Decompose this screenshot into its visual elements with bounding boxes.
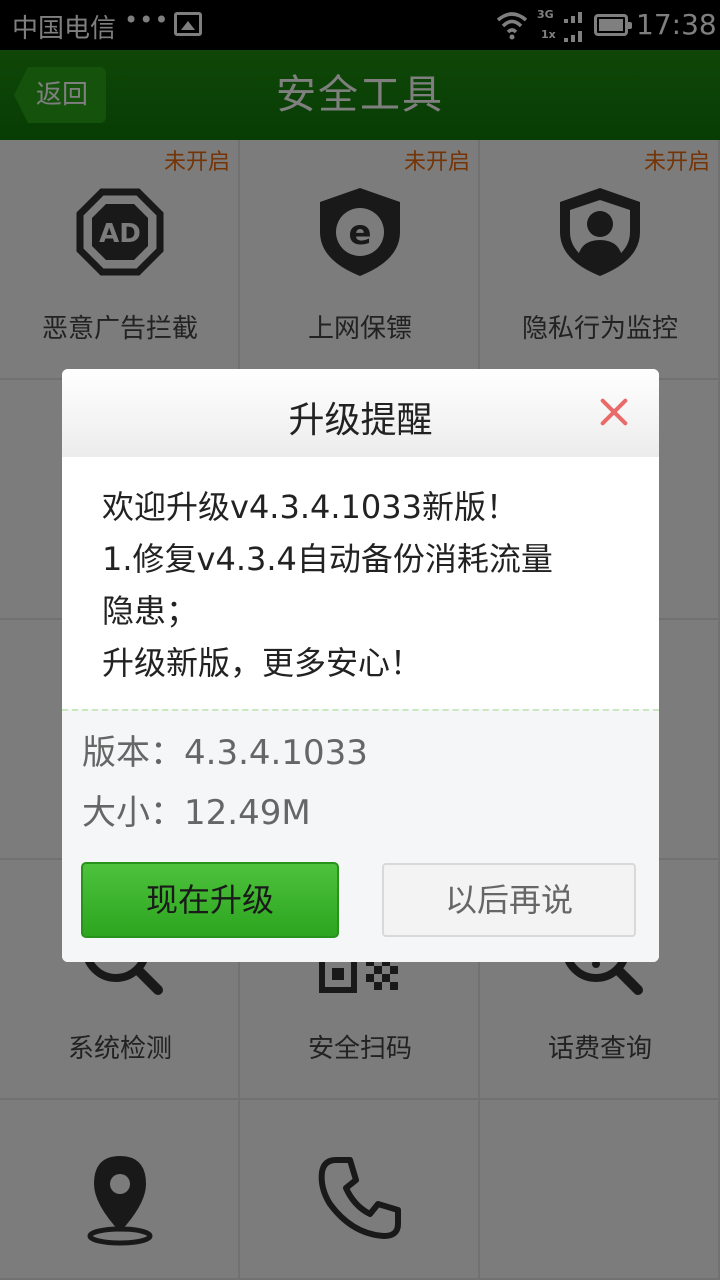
dialog-title: 升级提醒 xyxy=(288,400,433,441)
later-button[interactable]: 以后再说 xyxy=(382,863,636,937)
upgrade-dialog: 升级提醒 欢迎升级v4.3.4.1033新版！ 1.修复v4.3.4自动备份消耗… xyxy=(62,369,659,962)
message-line: 升级新版，更多安心！ xyxy=(102,644,423,682)
message-line: 隐患； xyxy=(102,592,199,630)
dialog-header: 升级提醒 xyxy=(62,369,659,457)
dialog-message: 欢迎升级v4.3.4.1033新版！ 1.修复v4.3.4自动备份消耗流量 隐患… xyxy=(102,481,622,689)
message-line: 1.修复v4.3.4自动备份消耗流量 xyxy=(102,540,553,578)
message-line: 欢迎升级v4.3.4.1033新版！ xyxy=(102,488,518,526)
size-text: 大小：12.49M xyxy=(82,793,311,833)
upgrade-now-button[interactable]: 现在升级 xyxy=(81,862,339,938)
close-icon[interactable] xyxy=(599,397,629,427)
version-text: 版本：4.3.4.1033 xyxy=(82,733,368,773)
